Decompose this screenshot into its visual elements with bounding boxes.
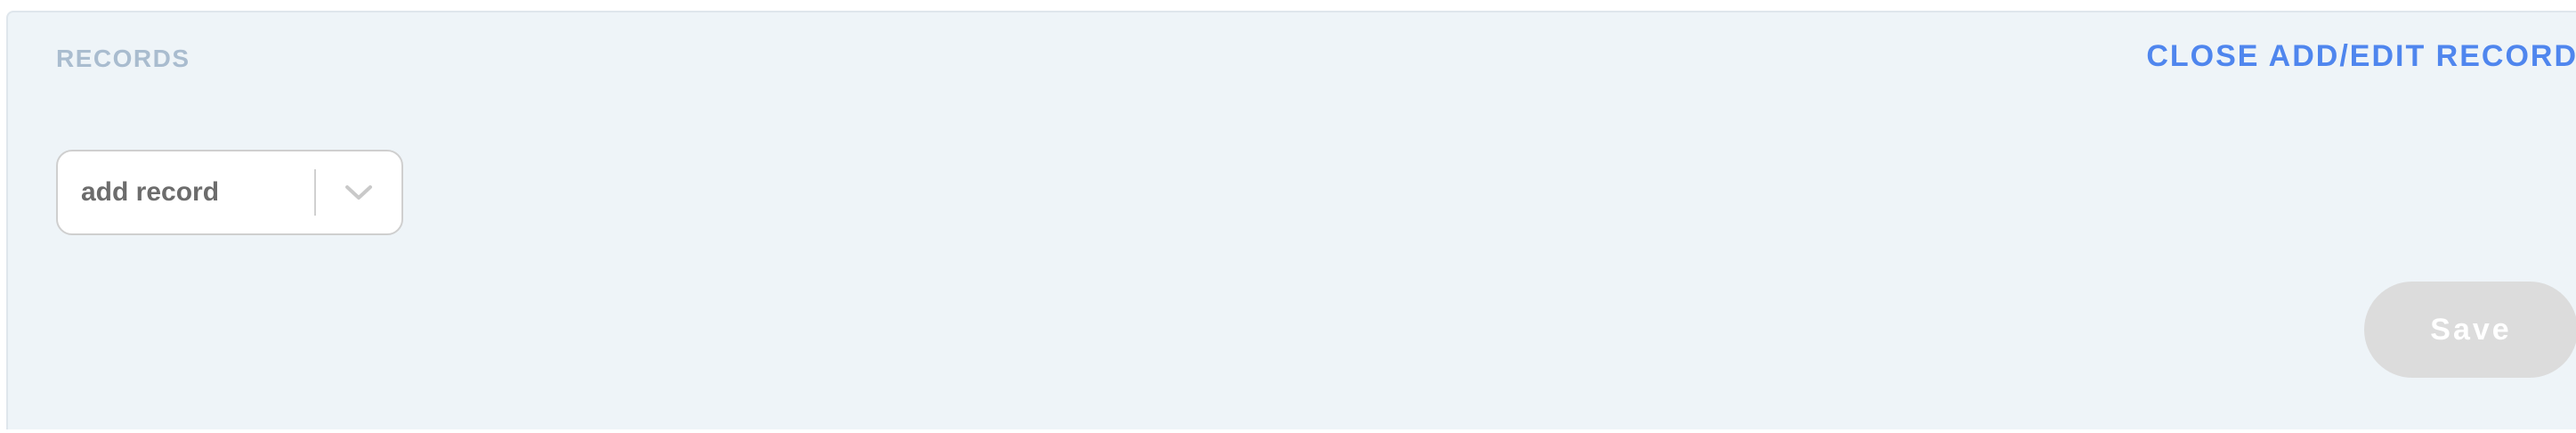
- records-panel: RECORDS CLOSE ADD/EDIT RECORD add record…: [6, 11, 2576, 429]
- record-select-value: add record: [81, 177, 220, 207]
- select-dropdown-toggle[interactable]: [316, 151, 401, 233]
- records-section-title: RECORDS: [56, 45, 190, 72]
- record-select[interactable]: add record: [56, 150, 403, 235]
- chevron-down-icon: [345, 185, 372, 200]
- close-add-edit-record-link[interactable]: CLOSE ADD/EDIT RECORD: [2146, 39, 2576, 74]
- save-button[interactable]: Save: [2364, 282, 2576, 378]
- records-panel-content: RECORDS CLOSE ADD/EDIT RECORD add record…: [8, 12, 2576, 431]
